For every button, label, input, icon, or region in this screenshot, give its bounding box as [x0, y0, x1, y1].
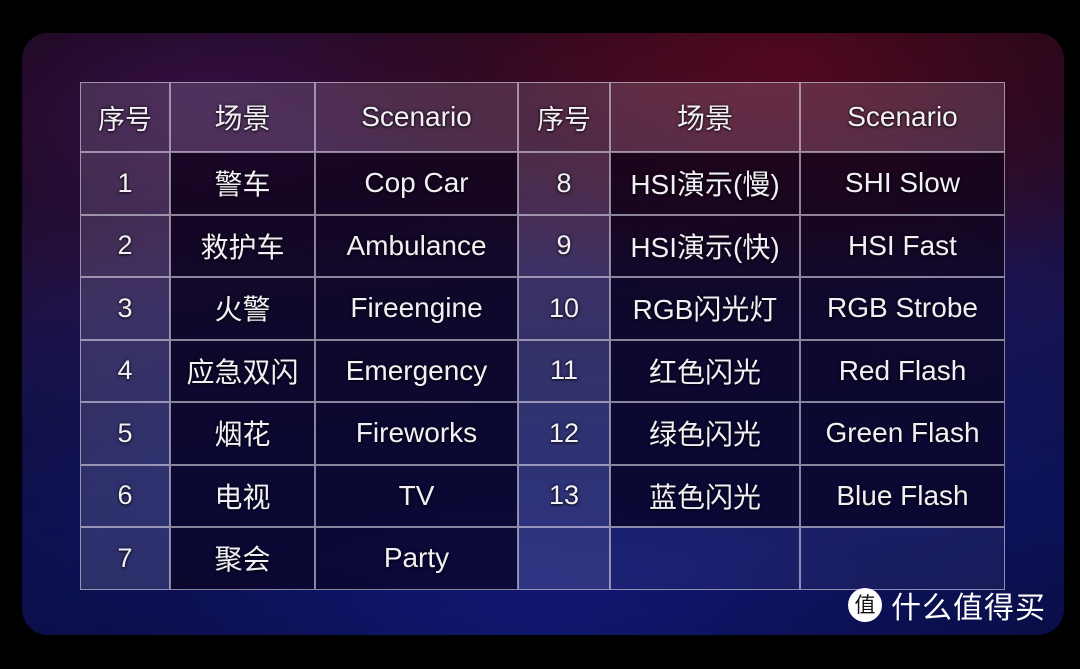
cell-scene-zh-right: HSI演示(快): [610, 214, 800, 277]
cell-index-left: 5: [80, 402, 170, 465]
cell-scene-zh-right: HSI演示(慢): [610, 152, 800, 215]
table-row: 4 应急双闪 Emergency 11 红色闪光 Red Flash: [80, 339, 1005, 402]
cell-index-left: 2: [80, 214, 170, 277]
table-row: 1 警车 Cop Car 8 HSI演示(慢) SHI Slow: [80, 152, 1005, 215]
column-header-scenario-en-left: Scenario: [315, 82, 518, 152]
cell-scenario-en-left: Cop Car: [315, 152, 518, 215]
column-header-scenario-en-right: Scenario: [800, 82, 1005, 152]
cell-index-right: 9: [518, 214, 610, 277]
zhi-circle-logo-icon: 值: [848, 588, 882, 622]
cell-scene-zh-right: [610, 527, 800, 590]
cell-scenario-en-left: Emergency: [315, 339, 518, 402]
table-row: 5 烟花 Fireworks 12 绿色闪光 Green Flash: [80, 402, 1005, 465]
cell-scenario-en-right: RGB Strobe: [800, 277, 1005, 340]
cell-index-right: 8: [518, 152, 610, 215]
cell-scene-zh-right: 蓝色闪光: [610, 464, 800, 527]
cell-scene-zh-left: 聚会: [170, 527, 315, 590]
cell-index-left: 6: [80, 464, 170, 527]
column-header-scene-zh-left: 场景: [170, 82, 315, 152]
cell-scenario-en-right: HSI Fast: [800, 214, 1005, 277]
cell-scenario-en-left: Party: [315, 527, 518, 590]
cell-scene-zh-left: 警车: [170, 152, 315, 215]
table-row: 2 救护车 Ambulance 9 HSI演示(快) HSI Fast: [80, 214, 1005, 277]
cell-scene-zh-left: 救护车: [170, 214, 315, 277]
cell-scene-zh-right: RGB闪光灯: [610, 277, 800, 340]
cell-scene-zh-left: 火警: [170, 277, 315, 340]
cell-scene-zh-left: 烟花: [170, 402, 315, 465]
watermark: 值 什么值得买: [848, 583, 1046, 627]
cell-scenario-en-right: Green Flash: [800, 402, 1005, 465]
cell-index-left: 1: [80, 152, 170, 215]
cell-scenario-en-left: Ambulance: [315, 214, 518, 277]
cell-scenario-en-right: SHI Slow: [800, 152, 1005, 215]
cell-scene-zh-right: 绿色闪光: [610, 402, 800, 465]
cell-scene-zh-left: 应急双闪: [170, 339, 315, 402]
cell-scenario-en-left: Fireworks: [315, 402, 518, 465]
table-row: 6 电视 TV 13 蓝色闪光 Blue Flash: [80, 464, 1005, 527]
cell-scenario-en-right: Red Flash: [800, 339, 1005, 402]
column-header-index-left: 序号: [80, 82, 170, 152]
column-header-scene-zh-right: 场景: [610, 82, 800, 152]
cell-index-right: 12: [518, 402, 610, 465]
cell-index-left: 3: [80, 277, 170, 340]
cell-index-right: 10: [518, 277, 610, 340]
table-row: 3 火警 Fireengine 10 RGB闪光灯 RGB Strobe: [80, 277, 1005, 340]
cell-scene-zh-right: 红色闪光: [610, 339, 800, 402]
cell-index-right: [518, 527, 610, 590]
photo-frame: 序号 场景 Scenario 序号 场景 Scenario 1 警车 Cop Car…: [22, 33, 1064, 635]
cell-scenario-en-right: [800, 527, 1005, 590]
column-header-index-right: 序号: [518, 82, 610, 152]
table-row: 7 聚会 Party: [80, 527, 1005, 590]
table-header-row: 序号 场景 Scenario 序号 场景 Scenario: [80, 82, 1005, 152]
cell-index-right: 13: [518, 464, 610, 527]
cell-scenario-en-left: TV: [315, 464, 518, 527]
scenario-table: 序号 场景 Scenario 序号 场景 Scenario 1 警车 Cop Car…: [80, 82, 1005, 590]
cell-scenario-en-left: Fireengine: [315, 277, 518, 340]
watermark-text: 什么值得买: [891, 591, 1046, 626]
cell-scene-zh-left: 电视: [170, 464, 315, 527]
cell-scenario-en-right: Blue Flash: [800, 464, 1005, 527]
table-header: 序号 场景 Scenario 序号 场景 Scenario: [80, 82, 1005, 152]
cell-index-right: 11: [518, 339, 610, 402]
table-body: 1 警车 Cop Car 8 HSI演示(慢) SHI Slow 2 救护车 Ambulance…: [80, 152, 1005, 590]
cell-index-left: 7: [80, 527, 170, 590]
cell-index-left: 4: [80, 339, 170, 402]
